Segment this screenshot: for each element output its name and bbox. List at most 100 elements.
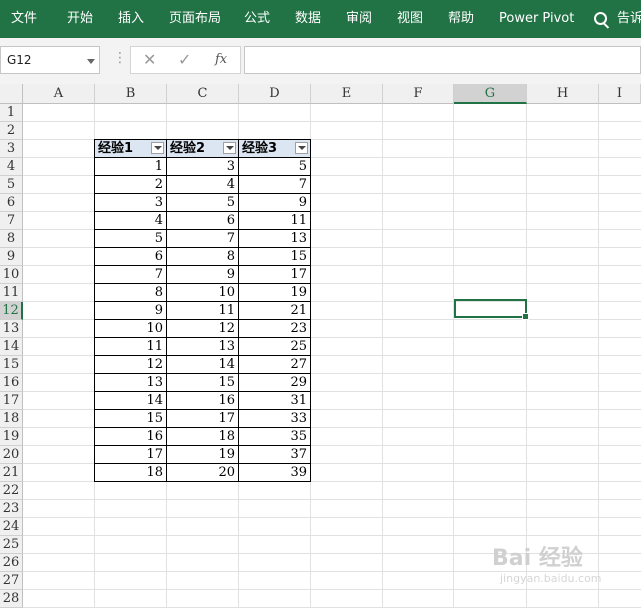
tab-view[interactable]: 视图 [397, 0, 423, 38]
table-cell[interactable]: 9 [239, 194, 311, 212]
table-cell[interactable]: 18 [95, 464, 167, 482]
table-cell[interactable]: 9 [167, 266, 239, 284]
selected-cell-g12[interactable] [454, 299, 529, 320]
tab-file[interactable]: 文件 [11, 0, 37, 38]
table-cell[interactable]: 11 [239, 212, 311, 230]
row-header-18[interactable]: 18 [0, 410, 23, 428]
select-all-corner[interactable] [0, 84, 23, 104]
row-header-11[interactable]: 11 [0, 284, 23, 302]
table-cell[interactable]: 31 [239, 392, 311, 410]
row-header-1[interactable]: 1 [0, 104, 23, 122]
tab-power-pivot[interactable]: Power Pivot [499, 0, 574, 38]
row-header-20[interactable]: 20 [0, 446, 23, 464]
table-cell[interactable]: 17 [239, 266, 311, 284]
row-header-27[interactable]: 27 [0, 572, 23, 590]
table-cell[interactable]: 8 [95, 284, 167, 302]
table-cell[interactable]: 7 [95, 266, 167, 284]
tab-help[interactable]: 帮助 [448, 0, 474, 38]
row-header-10[interactable]: 10 [0, 266, 23, 284]
tell-me-box[interactable]: 告诉 [617, 0, 641, 38]
column-header-b[interactable]: B [95, 84, 167, 104]
table-cell[interactable]: 4 [167, 176, 239, 194]
column-header-h[interactable]: H [527, 84, 599, 104]
row-header-13[interactable]: 13 [0, 320, 23, 338]
tab-home[interactable]: 开始 [67, 0, 93, 38]
table-cell[interactable]: 13 [95, 374, 167, 392]
table-cell[interactable]: 35 [239, 428, 311, 446]
tab-data[interactable]: 数据 [295, 0, 321, 38]
tab-formulas[interactable]: 公式 [244, 0, 270, 38]
table-cell[interactable]: 21 [239, 302, 311, 320]
row-header-24[interactable]: 24 [0, 518, 23, 536]
table-cell[interactable]: 7 [239, 176, 311, 194]
table-cell[interactable]: 37 [239, 446, 311, 464]
table-cell[interactable]: 8 [167, 248, 239, 266]
table-cell[interactable]: 6 [95, 248, 167, 266]
table-cell[interactable]: 17 [167, 410, 239, 428]
more-options-icon[interactable]: ⋮ [113, 50, 127, 66]
tab-review[interactable]: 审阅 [346, 0, 372, 38]
table-cell[interactable]: 12 [95, 356, 167, 374]
table-cell[interactable]: 7 [167, 230, 239, 248]
table-cell[interactable]: 3 [95, 194, 167, 212]
table-cell[interactable]: 16 [95, 428, 167, 446]
row-header-19[interactable]: 19 [0, 428, 23, 446]
row-header-4[interactable]: 4 [0, 158, 23, 176]
tab-page-layout[interactable]: 页面布局 [169, 0, 221, 38]
fill-handle[interactable] [522, 313, 529, 320]
table-cell[interactable]: 1 [95, 158, 167, 176]
table-cell[interactable]: 5 [239, 158, 311, 176]
table-cell[interactable]: 13 [167, 338, 239, 356]
table-cell[interactable]: 19 [239, 284, 311, 302]
row-header-8[interactable]: 8 [0, 230, 23, 248]
table-cell[interactable]: 18 [167, 428, 239, 446]
table-cell[interactable]: 11 [95, 338, 167, 356]
row-header-5[interactable]: 5 [0, 176, 23, 194]
row-header-26[interactable]: 26 [0, 554, 23, 572]
cancel-icon[interactable]: ✕ [143, 50, 156, 69]
row-header-2[interactable]: 2 [0, 122, 23, 140]
table-cell[interactable]: 5 [167, 194, 239, 212]
table-cell[interactable]: 9 [95, 302, 167, 320]
column-header-g[interactable]: G [454, 84, 527, 104]
row-header-7[interactable]: 7 [0, 212, 23, 230]
table-cell[interactable]: 14 [167, 356, 239, 374]
row-header-14[interactable]: 14 [0, 338, 23, 356]
row-header-12[interactable]: 12 [0, 302, 23, 320]
formula-input[interactable] [244, 46, 641, 74]
row-header-25[interactable]: 25 [0, 536, 23, 554]
table-cell[interactable]: 15 [95, 410, 167, 428]
check-icon[interactable]: ✓ [178, 50, 191, 69]
table-cell[interactable]: 39 [239, 464, 311, 482]
filter-dropdown-icon[interactable] [223, 142, 236, 154]
table-cell[interactable]: 33 [239, 410, 311, 428]
column-header-c[interactable]: C [167, 84, 239, 104]
chevron-down-icon[interactable] [87, 59, 95, 64]
table-cell[interactable]: 15 [167, 374, 239, 392]
row-header-3[interactable]: 3 [0, 140, 23, 158]
column-header-a[interactable]: A [23, 84, 95, 104]
table-cell[interactable]: 10 [167, 284, 239, 302]
filter-dropdown-icon[interactable] [151, 142, 164, 154]
row-header-15[interactable]: 15 [0, 356, 23, 374]
row-header-16[interactable]: 16 [0, 374, 23, 392]
table-cell[interactable]: 13 [239, 230, 311, 248]
insert-function-button[interactable]: fx [215, 52, 227, 67]
table-cell[interactable]: 19 [167, 446, 239, 464]
search-icon[interactable] [594, 12, 607, 25]
table-cell[interactable]: 27 [239, 356, 311, 374]
column-header-d[interactable]: D [239, 84, 311, 104]
table-cell[interactable]: 10 [95, 320, 167, 338]
name-box[interactable]: G12 [0, 46, 100, 74]
table-header-cell[interactable]: 经验3 [239, 140, 311, 158]
row-header-6[interactable]: 6 [0, 194, 23, 212]
column-header-i[interactable]: I [599, 84, 641, 104]
column-header-f[interactable]: F [383, 84, 454, 104]
table-cell[interactable]: 5 [95, 230, 167, 248]
tab-insert[interactable]: 插入 [118, 0, 144, 38]
table-cell[interactable]: 20 [167, 464, 239, 482]
row-header-21[interactable]: 21 [0, 464, 23, 482]
table-cell[interactable]: 15 [239, 248, 311, 266]
table-cell[interactable]: 3 [167, 158, 239, 176]
table-cell[interactable]: 11 [167, 302, 239, 320]
